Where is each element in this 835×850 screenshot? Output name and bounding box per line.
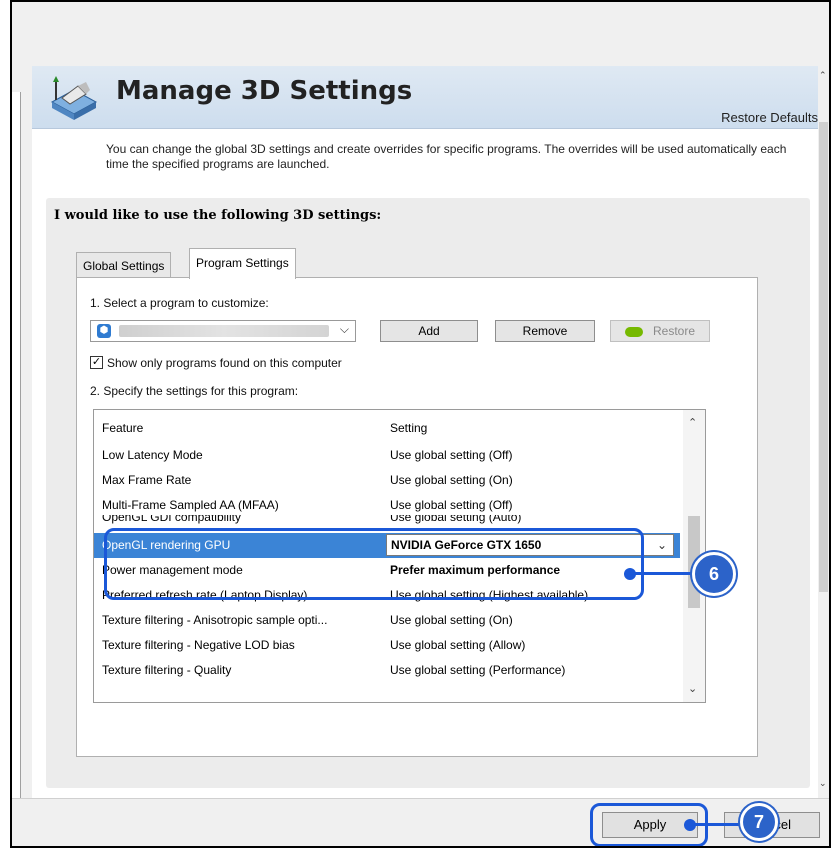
- feature-name: Texture filtering - Quality: [102, 663, 232, 677]
- page-description: You can change the global 3D settings an…: [106, 142, 787, 171]
- callout-badge-6: 6: [692, 552, 736, 596]
- tab-global-settings[interactable]: Global Settings: [76, 252, 172, 278]
- list-row[interactable]: Max Frame Rate Use global setting (On): [94, 468, 680, 493]
- content-area: Manage 3D Settings Restore Defaults You …: [32, 66, 826, 798]
- footer-bar: Apply ncel 7: [12, 798, 829, 846]
- scroll-up-icon[interactable]: ⌃: [688, 416, 697, 429]
- show-only-found-label: Show only programs found on this compute…: [107, 356, 342, 370]
- list-header: Feature Setting: [94, 416, 680, 441]
- list-row[interactable]: Texture filtering - Negative LOD bias Us…: [94, 633, 680, 658]
- program-name-redacted: [119, 325, 329, 337]
- remove-button[interactable]: Remove: [495, 320, 595, 342]
- feature-column-header: Feature: [102, 421, 144, 435]
- feature-name: Texture filtering - Negative LOD bias: [102, 638, 295, 652]
- navigation-pane-edge: [12, 92, 21, 798]
- settings-heading: I would like to use the following 3D set…: [54, 208, 382, 223]
- feature-name: OpenGL GDI compatibility: [102, 515, 241, 524]
- specify-settings-label: 2. Specify the settings for this program…: [90, 384, 299, 398]
- list-row[interactable]: Texture filtering - Anisotropic sample o…: [94, 608, 680, 633]
- chevron-down-icon: ⌵: [339, 322, 349, 336]
- feature-name: Low Latency Mode: [102, 448, 203, 462]
- nvidia-control-panel-window: Manage 3D Settings Restore Defaults You …: [10, 0, 831, 848]
- list-row[interactable]: Low Latency Mode Use global setting (Off…: [94, 443, 680, 468]
- callout-connector-6: [634, 572, 692, 575]
- feature-setting: Use global setting (Allow): [390, 638, 526, 652]
- add-button[interactable]: Add: [380, 320, 478, 342]
- page-title: Manage 3D Settings: [116, 76, 413, 106]
- feature-setting: Use global setting (Auto): [390, 515, 522, 524]
- restore-button-label: Restore: [652, 324, 696, 338]
- window-top-area: [12, 2, 829, 66]
- list-row[interactable]: Texture filtering - Quality Use global s…: [94, 658, 680, 683]
- chevron-down-icon: ⌄: [656, 538, 667, 552]
- nvidia-logo-icon: [624, 326, 643, 337]
- page-scrollbar-thumb[interactable]: [819, 122, 828, 592]
- scroll-down-icon[interactable]: ⌄: [688, 682, 697, 695]
- program-icon: ⬢: [97, 324, 111, 338]
- page-scrollbar[interactable]: ⌃ ⌄: [818, 66, 829, 798]
- feature-setting: Use global setting (Performance): [390, 663, 566, 677]
- restore-defaults-link[interactable]: Restore Defaults: [721, 110, 818, 125]
- scroll-down-icon[interactable]: ⌄: [819, 778, 827, 789]
- feature-setting: Use global setting (On): [390, 613, 513, 627]
- page-header: Manage 3D Settings Restore Defaults: [32, 66, 826, 129]
- select-program-label: 1. Select a program to customize:: [90, 296, 269, 310]
- tab-program-settings[interactable]: Program Settings: [189, 248, 296, 279]
- feature-setting: Use global setting (Off): [390, 448, 513, 462]
- restore-button[interactable]: Restore: [610, 320, 710, 342]
- feature-name: Max Frame Rate: [102, 473, 192, 487]
- list-row-partial[interactable]: OpenGL GDI compatibility Use global sett…: [94, 515, 680, 529]
- callout-connector-7: [694, 823, 742, 826]
- 3d-settings-icon: [50, 76, 98, 120]
- scroll-up-icon[interactable]: ⌃: [819, 70, 827, 81]
- show-only-found-checkbox[interactable]: ✓: [90, 356, 103, 369]
- setting-column-header: Setting: [390, 421, 428, 435]
- feature-setting: Use global setting (On): [390, 473, 513, 487]
- feature-name: Texture filtering - Anisotropic sample o…: [102, 613, 328, 627]
- program-dropdown[interactable]: ⬢ ⌵: [90, 320, 356, 342]
- callout-badge-7: 7: [740, 803, 778, 841]
- callout-highlight-6: [104, 528, 644, 600]
